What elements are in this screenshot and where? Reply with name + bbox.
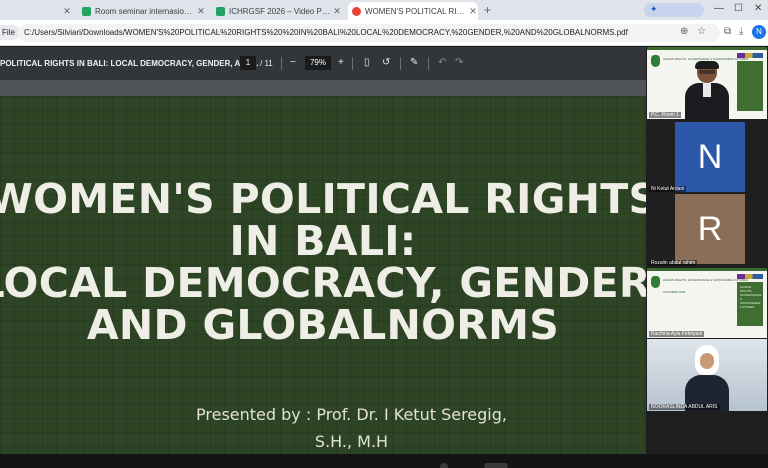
slide-title-line: LOCAL DEMOCRACY, GENDER, [0, 259, 646, 307]
backdrop-greenbox-text: HUMAN RIGHTS, GOVERNANCE & SUSTAINABLE F… [740, 285, 762, 309]
partner-logos [737, 53, 763, 58]
backdrop-heading: HUMAN RIGHTS, GOVERNANCE & SUSTAINABLE F… [663, 278, 749, 282]
participant-name: Ni Ketut Ardani [649, 186, 687, 192]
url-text: C:/Users/Silviari/Downloads/WOMEN'S%20PO… [24, 28, 628, 37]
pdf-page-slide: WOMEN'S POLITICAL RIGHTS IN BALI: LOCAL … [0, 96, 646, 454]
gemini-button[interactable]: ✦ [644, 3, 704, 17]
participant-tile[interactable]: HUMAN RIGHTS, GOVERNANCE & SUSTAINABLE F… [647, 47, 767, 119]
toolbar-divider [352, 57, 353, 70]
participant-tile[interactable]: HUMAN RIGHTS, GOVERNANCE & SUSTAINABLE F… [647, 268, 767, 338]
redo-icon[interactable]: ↷ [455, 57, 463, 68]
annotate-pen-icon[interactable]: ✎ [410, 57, 418, 68]
meet-favicon-icon [82, 6, 91, 16]
close-tab-icon[interactable]: ✕ [468, 6, 478, 17]
zoom-in-icon[interactable]: + [338, 57, 344, 68]
slide-title-line: WOMEN'S POLITICAL RIGHTS [0, 175, 646, 223]
participant-tile[interactable]: NOORASLINDA ABDUL ARIS [647, 339, 767, 411]
slide-title-line: IN BALI: [229, 217, 417, 265]
participant-name: Rachma Ayla Febriyani [649, 331, 705, 337]
slide-title-line: AND GLOBALNORMS [86, 301, 560, 349]
tab-ichrgsf-video[interactable]: ICHRGSF 2026 – Video Present... ✕ [212, 2, 342, 20]
zoom-input[interactable]: 79% [305, 56, 331, 70]
file-chip[interactable]: File [0, 25, 20, 40]
presenter-line: S.H., M.H [314, 432, 389, 451]
bookmark-star-icon[interactable]: ☆ [697, 26, 706, 37]
presenter-line: Presented by : Prof. Dr. I Ketut Seregig… [196, 405, 507, 424]
participant-tile[interactable]: R Rozalin abdul rahim [647, 194, 767, 267]
maximize-icon[interactable]: ☐ [734, 3, 743, 14]
new-tab-icon[interactable]: + [484, 3, 491, 17]
partner-logos [737, 274, 763, 279]
close-window-icon[interactable]: ✕ [754, 3, 762, 14]
close-tab-icon[interactable]: ✕ [196, 6, 206, 17]
slide-title: WOMEN'S POLITICAL RIGHTS IN BALI: LOCAL … [0, 178, 646, 346]
participant-name: P.C. Room 1 [649, 112, 681, 118]
undo-icon[interactable]: ↶ [438, 57, 446, 68]
minimize-icon[interactable]: — [714, 3, 724, 14]
pdf-viewer-background [0, 80, 646, 96]
toolbar-divider [428, 57, 429, 70]
tab-room-seminar[interactable]: Room seminar internasional (1... ✕ [78, 2, 206, 20]
pdf-title: POLITICAL RIGHTS IN BALI: LOCAL DEMOCRAC… [0, 59, 259, 68]
address-bar: File C:/Users/Silviari/Downloads/WOMEN'S… [0, 20, 768, 46]
page-total: / 11 [260, 59, 273, 68]
zoom-out-icon[interactable]: − [290, 57, 296, 68]
close-tab-icon[interactable]: ✕ [62, 6, 72, 17]
toolbar-divider [400, 57, 401, 70]
tab-label: Room seminar internasional (1... [95, 6, 196, 16]
sparkle-icon: ✦ [650, 4, 658, 14]
participant-name: NOORASLINDA ABDUL ARIS [649, 404, 720, 410]
taskbar-dot [440, 463, 448, 468]
zoom-icon[interactable]: ⊕ [680, 26, 688, 37]
sheets-favicon-icon [216, 6, 225, 16]
taskbar-strip [0, 454, 768, 468]
download-icon[interactable]: ⤓ [739, 26, 743, 37]
screen: ✕ Room seminar internasional (1... ✕ ICH… [0, 0, 768, 468]
pdf-toolbar: POLITICAL RIGHTS IN BALI: LOCAL DEMOCRAC… [0, 47, 646, 80]
speaker-video [685, 345, 729, 411]
browser-tab-strip: ✕ Room seminar internasional (1... ✕ ICH… [0, 0, 768, 20]
tab-partial-left[interactable]: ✕ [0, 2, 72, 20]
rotate-icon[interactable]: ↺ [382, 57, 390, 68]
tab-label: ICHRGSF 2026 – Video Present... [229, 6, 332, 16]
participants-panel: HUMAN RIGHTS, GOVERNANCE & SUSTAINABLE F… [646, 47, 768, 454]
profile-avatar[interactable]: N [752, 25, 766, 39]
tab-womens-political-rights[interactable]: WOMEN'S POLITICAL RIGHTS IN ✕ [348, 2, 478, 20]
slide-presenter: Presented by : Prof. Dr. I Ketut Seregig… [0, 401, 646, 454]
toolbar-divider [281, 57, 282, 70]
tab-label: WOMEN'S POLITICAL RIGHTS IN [365, 6, 468, 16]
conference-backdrop: HUMAN RIGHTS, GOVERNANCE & SUSTAINABLE F… [647, 268, 767, 338]
participant-name: Rozalin abdul rahim [649, 260, 698, 266]
close-tab-icon[interactable]: ✕ [332, 6, 342, 17]
url-field[interactable]: C:/Users/Silviari/Downloads/WOMEN'S%20PO… [18, 24, 720, 42]
taskbar-pill [484, 463, 508, 468]
participant-tile[interactable]: N Ni Ketut Ardani [647, 120, 767, 193]
avatar: R [675, 194, 745, 264]
extensions-icon[interactable]: ⧉ [724, 26, 731, 37]
university-logo-icon [651, 55, 660, 67]
page-number-input[interactable]: 1 [240, 56, 256, 70]
avatar: N [675, 122, 745, 192]
university-logo-icon [651, 276, 660, 288]
fit-page-icon[interactable]: ▯ [364, 57, 370, 68]
speaker-video [685, 61, 729, 119]
pdf-favicon-icon [352, 6, 361, 16]
backdrop-date: OCTOBER 2026 [663, 290, 686, 294]
